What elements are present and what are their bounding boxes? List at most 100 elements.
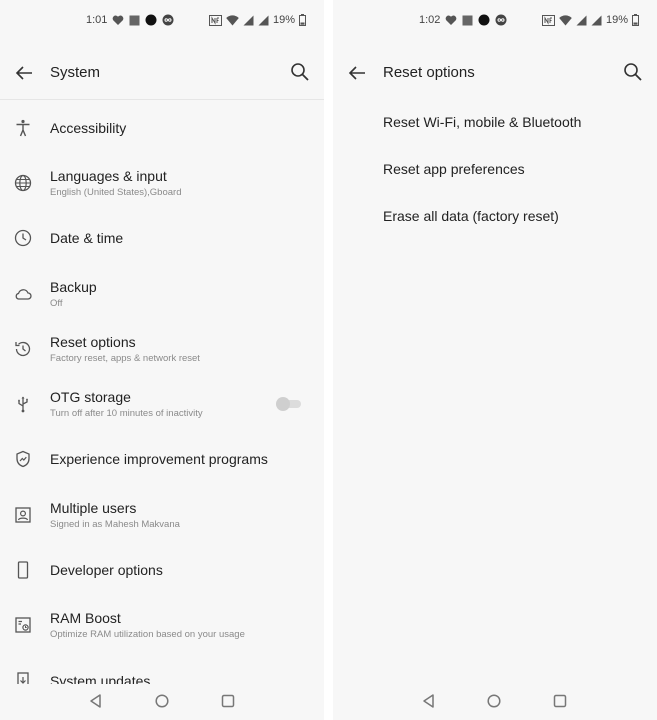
settings-item-title: RAM Boost — [50, 610, 121, 627]
square-icon — [462, 15, 473, 26]
system-update-icon — [13, 671, 33, 684]
reset-wifi-mobile-bluetooth[interactable]: Reset Wi-Fi, mobile & Bluetooth — [333, 98, 657, 145]
status-left: 1:02 — [419, 14, 507, 26]
settings-item-system-updates[interactable]: System updates — [0, 653, 324, 684]
settings-item-multiple-users[interactable]: Multiple users Signed in as Mahesh Makva… — [0, 487, 324, 542]
status-time: 1:01 — [86, 14, 108, 26]
circle-home-icon[interactable] — [485, 692, 503, 710]
settings-item-backup[interactable]: Backup Off — [0, 266, 324, 321]
wifi-icon — [226, 14, 239, 26]
wifi-icon — [559, 14, 572, 26]
battery-percent: 19% — [605, 14, 628, 26]
settings-list: Accessibility Languages & input English … — [0, 100, 324, 684]
settings-item-experience-improvement[interactable]: Experience improvement programs — [0, 432, 324, 487]
settings-item-title: Reset options — [50, 333, 136, 350]
nfc-icon — [208, 14, 222, 26]
settings-item-title: Date & time — [50, 230, 124, 247]
signal-icon — [576, 15, 587, 26]
user-icon — [13, 505, 33, 525]
arrow-left-icon[interactable] — [12, 61, 36, 85]
page-title: System — [50, 64, 101, 81]
settings-item-texts: RAM Boost Optimize RAM utilization based… — [50, 610, 284, 640]
square-icon — [129, 15, 140, 26]
settings-item-accessibility[interactable]: Accessibility — [0, 100, 324, 155]
settings-item-subtitle: Off — [50, 297, 63, 309]
search-icon[interactable] — [621, 60, 645, 84]
settings-item-texts: Multiple users Signed in as Mahesh Makva… — [50, 500, 284, 530]
settings-item-subtitle: Signed in as Mahesh Makvana — [50, 518, 180, 530]
nfc-icon — [541, 14, 555, 26]
otg-storage-toggle[interactable] — [276, 397, 302, 412]
heart-icon — [445, 15, 457, 26]
reset-options-list: Reset Wi-Fi, mobile & Bluetooth Reset ap… — [333, 98, 657, 239]
history-icon — [13, 339, 33, 359]
settings-item-title: Developer options — [50, 562, 163, 579]
ram-icon — [13, 615, 33, 635]
square-recents-icon[interactable] — [219, 692, 237, 710]
system-settings-screen: 1:01 19% System Accessibility Languages … — [0, 0, 324, 720]
square-recents-icon[interactable] — [551, 692, 569, 710]
settings-item-subtitle: Turn off after 10 minutes of inactivity — [50, 408, 203, 420]
triangle-back-icon[interactable] — [87, 692, 105, 710]
settings-item-title: System updates — [50, 672, 151, 684]
cloud-icon — [13, 284, 33, 304]
page-title: Reset options — [383, 64, 475, 81]
infinity-icon — [162, 14, 174, 26]
settings-item-texts: Backup Off — [50, 279, 284, 309]
settings-item-subtitle: Optimize RAM utilization based on your u… — [50, 629, 245, 641]
triangle-back-icon[interactable] — [420, 692, 438, 710]
heart-icon — [112, 15, 124, 26]
settings-item-texts: OTG storage Turn off after 10 minutes of… — [50, 389, 284, 419]
screenshot-root: 1:01 19% System Accessibility Languages … — [0, 0, 657, 720]
settings-item-date-time[interactable]: Date & time — [0, 211, 324, 266]
settings-item-texts: Languages & input English (United States… — [50, 168, 284, 198]
settings-item-ram-boost[interactable]: RAM Boost Optimize RAM utilization based… — [0, 598, 324, 653]
circle-icon — [145, 14, 157, 26]
signal-icon — [243, 15, 254, 26]
navigation-bar — [333, 684, 657, 720]
settings-item-reset-options[interactable]: Reset options Factory reset, apps & netw… — [0, 321, 324, 376]
clock-icon — [13, 228, 33, 248]
settings-item-texts: Experience improvement programs — [50, 451, 284, 467]
circle-icon — [478, 14, 490, 26]
settings-item-title: Backup — [50, 278, 97, 295]
usb-icon — [13, 394, 33, 414]
settings-item-texts: System updates — [50, 673, 284, 684]
battery-percent: 19% — [272, 14, 295, 26]
settings-item-title: Multiple users — [50, 499, 137, 516]
settings-item-title: Languages & input — [50, 167, 167, 184]
infinity-icon — [495, 14, 507, 26]
settings-item-otg-storage[interactable]: OTG storage Turn off after 10 minutes of… — [0, 376, 324, 431]
circle-home-icon[interactable] — [153, 692, 171, 710]
phone-icon — [13, 560, 33, 580]
status-right: 19% — [541, 14, 639, 26]
settings-item-texts: Developer options — [50, 562, 284, 578]
reset-options-screen: 1:02 19% Reset options Reset Wi-Fi, mobi… — [333, 0, 657, 720]
arrow-left-icon[interactable] — [345, 61, 369, 85]
navigation-bar — [0, 684, 324, 720]
erase-all-data[interactable]: Erase all data (factory reset) — [333, 192, 657, 239]
settings-item-subtitle: English (United States),Gboard — [50, 186, 182, 198]
accessibility-icon — [13, 118, 33, 138]
search-icon[interactable] — [288, 60, 312, 84]
settings-item-texts: Date & time — [50, 230, 284, 246]
toolbar: System — [0, 52, 324, 94]
settings-item-subtitle: Factory reset, apps & network reset — [50, 352, 200, 364]
toolbar: Reset options — [333, 52, 657, 94]
settings-item-languages[interactable]: Languages & input English (United States… — [0, 155, 324, 210]
toggle-knob — [276, 397, 290, 412]
status-time: 1:02 — [419, 14, 441, 26]
settings-item-title: Accessibility — [50, 119, 127, 136]
battery-icon — [632, 14, 639, 26]
battery-icon — [299, 14, 306, 26]
settings-item-texts: Reset options Factory reset, apps & netw… — [50, 334, 284, 364]
shield-icon — [13, 449, 33, 469]
signal-icon — [258, 15, 269, 26]
settings-item-developer-options[interactable]: Developer options — [0, 542, 324, 597]
globe-icon — [13, 173, 33, 193]
settings-item-title: Experience improvement programs — [50, 451, 268, 468]
reset-option-label: Erase all data (factory reset) — [383, 208, 559, 224]
reset-app-preferences[interactable]: Reset app preferences — [333, 145, 657, 192]
status-left: 1:01 — [86, 14, 174, 26]
status-bar: 1:01 19% — [0, 10, 324, 32]
